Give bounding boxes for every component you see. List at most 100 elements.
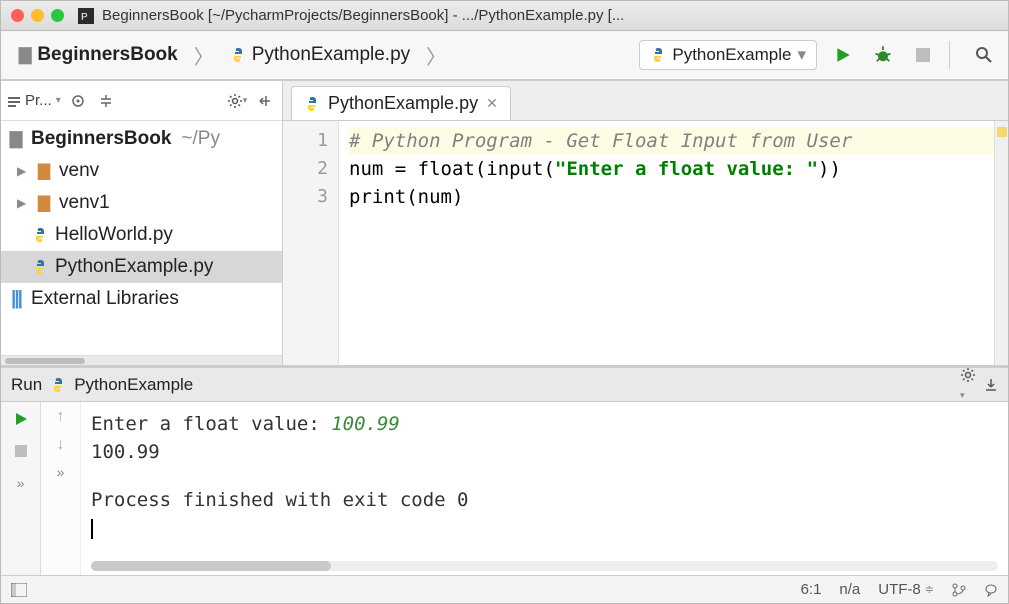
- project-view-selector[interactable]: Pr... ▾: [7, 92, 61, 109]
- rerun-button[interactable]: [10, 408, 32, 430]
- external-libraries-icon: |||: [7, 290, 25, 308]
- run-configuration-selector[interactable]: PythonExample ▾: [639, 40, 817, 70]
- python-file-icon: [304, 96, 320, 112]
- line-number: 3: [283, 183, 338, 211]
- editor-tab-label: PythonExample.py: [328, 93, 478, 114]
- tool-windows-button[interactable]: [11, 583, 27, 597]
- warning-marker-icon[interactable]: [997, 127, 1007, 137]
- stop-button[interactable]: [10, 440, 32, 462]
- run-side-toolbar: »: [1, 402, 41, 575]
- scroll-to-source-icon[interactable]: [67, 90, 89, 112]
- run-tool-window: Run PythonExample ▾ » ↑ ↓ »: [1, 365, 1008, 575]
- zoom-window-icon[interactable]: [51, 9, 64, 22]
- project-view-label: Pr...: [25, 92, 52, 109]
- debug-button[interactable]: [869, 41, 897, 69]
- inspection-status[interactable]: n/a: [839, 581, 860, 598]
- tree-item-label: HelloWorld.py: [55, 224, 173, 246]
- search-everywhere-button[interactable]: [970, 41, 998, 69]
- breadcrumb-file[interactable]: PythonExample.py: [222, 40, 418, 70]
- code-line-1: # Python Program - Get Float Input from …: [349, 130, 852, 152]
- editor-pane: PythonExample.py ✕ 1 2 3 # Python Progra…: [283, 81, 1008, 365]
- tree-item-label: PythonExample.py: [55, 256, 213, 278]
- code-line-2: num = float(input("Enter a float value: …: [349, 158, 841, 180]
- run-config-label: PythonExample: [672, 45, 791, 65]
- folder-icon: ▇: [7, 130, 25, 148]
- line-gutter: 1 2 3: [283, 121, 339, 365]
- breadcrumb-project[interactable]: ▇ BeginnersBook: [11, 40, 186, 70]
- svg-text:P: P: [81, 12, 88, 23]
- folder-icon: ▇: [35, 194, 53, 212]
- up-arrow-icon[interactable]: ↑: [57, 408, 65, 426]
- python-file-icon: [230, 47, 246, 63]
- console-echo: 100.99: [91, 438, 998, 466]
- editor[interactable]: 1 2 3 # Python Program - Get Float Input…: [283, 121, 1008, 365]
- tree-item-venv[interactable]: ▶ ▇ venv: [1, 155, 282, 187]
- folder-icon: ▇: [19, 45, 31, 65]
- run-button[interactable]: [829, 41, 857, 69]
- python-file-icon: [650, 47, 666, 63]
- titlebar: P BeginnersBook [~/PycharmProjects/Begin…: [1, 1, 1008, 31]
- run-header: Run PythonExample ▾: [1, 368, 1008, 402]
- settings-gear-icon[interactable]: ▾: [960, 367, 976, 403]
- python-file-icon: [31, 258, 49, 276]
- navigation-bar: ▇ BeginnersBook 〉 PythonExample.py 〉 Pyt…: [1, 31, 1008, 81]
- separator: [949, 41, 950, 69]
- breadcrumb-project-label: BeginnersBook: [37, 44, 177, 66]
- expand-triangle-icon[interactable]: ▶: [17, 196, 29, 210]
- tree-item-venv1[interactable]: ▶ ▇ venv1: [1, 187, 282, 219]
- console-exit: Process finished with exit code 0: [91, 486, 998, 514]
- caret-icon: [91, 519, 93, 539]
- console-output[interactable]: Enter a float value: 100.99 100.99 Proce…: [81, 402, 1008, 575]
- tree-root[interactable]: ▇ BeginnersBook ~/Py: [1, 123, 282, 155]
- code-line-3: print(num): [349, 186, 463, 208]
- code-area[interactable]: # Python Program - Get Float Input from …: [339, 121, 1008, 365]
- hide-tool-window-icon[interactable]: [254, 90, 276, 112]
- down-arrow-icon[interactable]: ↓: [57, 436, 65, 454]
- window-controls: [11, 9, 64, 22]
- settings-gear-icon[interactable]: ▾: [226, 90, 248, 112]
- window-title: BeginnersBook [~/PycharmProjects/Beginne…: [102, 7, 998, 24]
- console-scrollbar[interactable]: [91, 561, 998, 571]
- tree-item-label: venv1: [59, 192, 110, 214]
- tree-external-libraries[interactable]: ||| External Libraries: [1, 283, 282, 315]
- python-file-icon: [50, 377, 66, 393]
- tree-item-pythonexample[interactable]: PythonExample.py: [1, 251, 282, 283]
- console-prompt: Enter a float value:: [91, 413, 331, 435]
- chevron-down-icon: ▾: [797, 45, 806, 65]
- console-user-input: 100.99: [331, 413, 400, 435]
- notifications-icon[interactable]: [984, 583, 998, 597]
- minimize-window-icon[interactable]: [31, 9, 44, 22]
- run-header-prefix: Run: [11, 375, 42, 395]
- stop-button[interactable]: [909, 41, 937, 69]
- project-tree: ▇ BeginnersBook ~/Py ▶ ▇ venv ▶ ▇ venv1: [1, 121, 282, 355]
- close-tab-icon[interactable]: ✕: [486, 95, 498, 112]
- sidebar-scrollbar[interactable]: [1, 355, 282, 365]
- git-branch-icon[interactable]: [952, 583, 966, 597]
- line-number: 1: [283, 127, 338, 155]
- more-icon[interactable]: »: [10, 472, 32, 494]
- breadcrumb-file-label: PythonExample.py: [252, 44, 410, 66]
- project-toolbar: Pr... ▾ ▾: [1, 81, 282, 121]
- run-config-name: PythonExample: [74, 375, 193, 395]
- chevron-right-icon: 〉: [190, 41, 218, 70]
- tree-root-name: BeginnersBook: [31, 128, 171, 150]
- download-icon[interactable]: [984, 378, 998, 392]
- more-icon[interactable]: »: [57, 464, 65, 480]
- close-window-icon[interactable]: [11, 9, 24, 22]
- error-stripe[interactable]: [994, 121, 1008, 365]
- tree-item-label: venv: [59, 160, 99, 182]
- chevron-right-icon: 〉: [422, 41, 450, 70]
- editor-tabs: PythonExample.py ✕: [283, 81, 1008, 121]
- cursor-position[interactable]: 6:1: [801, 581, 822, 598]
- file-encoding[interactable]: UTF-8≑: [878, 581, 934, 598]
- tree-root-path: ~/Py: [181, 128, 220, 150]
- pycharm-icon: P: [78, 8, 94, 24]
- expand-triangle-icon[interactable]: ▶: [17, 164, 29, 178]
- python-file-icon: [31, 226, 49, 244]
- collapse-all-icon[interactable]: [95, 90, 117, 112]
- line-number: 2: [283, 155, 338, 183]
- tree-item-helloworld[interactable]: HelloWorld.py: [1, 219, 282, 251]
- editor-tab-pythonexample[interactable]: PythonExample.py ✕: [291, 86, 511, 120]
- project-tool-window: Pr... ▾ ▾ ▇: [1, 81, 283, 365]
- tree-item-label: External Libraries: [31, 288, 179, 310]
